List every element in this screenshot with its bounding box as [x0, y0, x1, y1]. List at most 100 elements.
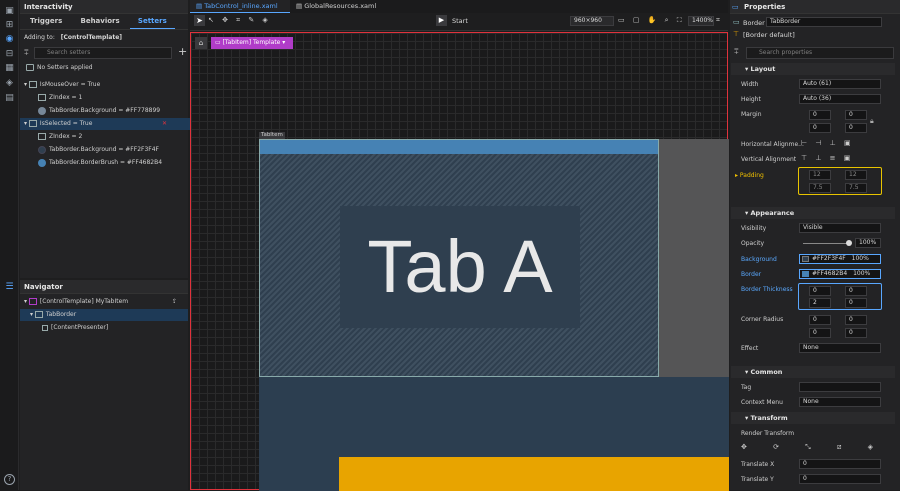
triggers-icon[interactable]: ◈ — [4, 78, 15, 89]
element-name-input[interactable]: TabBorder — [766, 17, 882, 27]
adding-to: Adding to: [ControlTemplate] — [24, 34, 122, 41]
export-icon[interactable]: ⇪ — [172, 296, 177, 308]
tree-node-template[interactable]: ▾ [ControlTemplate] MyTabItem ⇪ — [20, 296, 190, 308]
tree-node-tabborder[interactable]: ▾ TabBorder — [20, 309, 188, 321]
radius-bl-input[interactable]: 0 — [809, 328, 831, 338]
section-layout[interactable]: ▾ Layout — [731, 63, 895, 75]
valign-buttons-icon[interactable]: ⊤ ⊥ ≡ ▣ — [801, 154, 853, 162]
setter-row[interactable]: TabBorder.BorderBrush = #FF4682B4 — [20, 157, 190, 169]
background-input[interactable]: #FF2F3F4F 100% — [799, 254, 881, 264]
radius-tr-input[interactable]: 0 — [845, 315, 867, 325]
thickness-right-input[interactable]: 2 — [809, 298, 831, 308]
opacity-input[interactable]: 100% — [855, 238, 881, 248]
opacity-slider-thumb[interactable] — [846, 240, 852, 246]
start-button[interactable]: Start — [452, 17, 468, 25]
tag-input[interactable] — [799, 382, 881, 392]
home-icon[interactable]: ⌂ — [195, 37, 207, 49]
help-icon[interactable]: ? — [4, 474, 15, 485]
tree-node-contentpresenter[interactable]: [ContentPresenter] — [20, 322, 190, 334]
transform-tools-icon[interactable]: ✥ ⟳ ⤡ ⧄ ◈ — [741, 443, 885, 452]
lock-icon[interactable]: 🔒︎ — [870, 117, 874, 126]
thickness-top-input[interactable]: 0 — [845, 286, 867, 296]
halign-label: Horizontal Alignme... — [741, 141, 804, 148]
setter-row[interactable]: ZIndex = 1 — [20, 92, 190, 104]
background-swatch[interactable] — [802, 256, 809, 262]
margin-top-input[interactable]: 0 — [845, 110, 867, 120]
style-label[interactable]: [Border default] — [743, 31, 795, 39]
fit-icon[interactable]: ⌗ — [716, 16, 720, 25]
margin-right-input[interactable]: 0 — [809, 123, 831, 133]
opacity-label: Opacity — [741, 240, 765, 247]
setter-row[interactable]: TabBorder.Background = #FF2F3F4F — [20, 144, 190, 156]
valign-label: Vertical Alignment — [741, 156, 797, 163]
tab-triggers[interactable]: Triggers — [22, 14, 70, 28]
setter-row[interactable]: ZIndex = 2 — [20, 131, 190, 143]
padding-left-input[interactable]: 12 — [809, 170, 831, 180]
section-common[interactable]: ▾ Common — [731, 366, 895, 378]
design-canvas[interactable]: ⌂ ▭ [TabItem] Template ▾ Tab A TabItem — [190, 32, 729, 491]
translate-x-input[interactable]: 0 — [799, 459, 881, 469]
section-title: Layout — [750, 65, 776, 73]
breadcrumb-label: [TabItem] Template — [222, 39, 281, 46]
radius-tl-input[interactable]: 0 — [809, 315, 831, 325]
element-type: Border — [743, 19, 765, 27]
delete-icon[interactable]: ✕ — [162, 118, 167, 130]
zoom-select[interactable]: 1400% — [688, 16, 714, 26]
assets-icon[interactable]: ⊞ — [4, 20, 15, 31]
tab-behaviors[interactable]: Behaviors — [72, 14, 127, 28]
filter-icon[interactable]: ⩱ — [24, 48, 29, 58]
thickness-bottom-input[interactable]: 0 — [845, 298, 867, 308]
add-setter-icon[interactable]: + — [178, 45, 187, 58]
thickness-left-input[interactable]: 0 — [809, 286, 831, 296]
width-input[interactable]: Auto (61) — [799, 79, 881, 89]
section-appearance[interactable]: ▾ Appearance — [731, 207, 895, 219]
resolution-select[interactable]: 960×960 — [570, 16, 614, 26]
tab-globalresources[interactable]: ▤ GlobalResources.xaml — [290, 0, 382, 13]
list-item-label: TabBorder.BorderBrush = #FF4682B4 — [49, 159, 163, 166]
navigator-icon[interactable]: ☰ — [4, 282, 15, 293]
padding-right-input[interactable]: 7.5 — [809, 183, 831, 193]
border-input[interactable]: #FF4682B4 100% — [799, 269, 881, 279]
setter-row[interactable]: TabBorder.Background = #FF778899 — [20, 105, 190, 117]
tab-tabcontrol-inline[interactable]: ▤ TabControl_inline.xaml — [190, 0, 290, 13]
visibility-select[interactable]: Visible — [799, 223, 881, 233]
select-tool-icon[interactable]: ➤ — [194, 15, 205, 26]
start-icon[interactable]: ▶ — [436, 15, 447, 26]
list-item-label: TabBorder.Background = #FF2F3F4F — [49, 146, 160, 153]
list-item-label: IsSelected = True — [39, 120, 93, 127]
filter-icon[interactable]: ⩱ — [734, 47, 739, 57]
height-input[interactable]: Auto (36) — [799, 94, 881, 104]
opacity-slider[interactable] — [803, 243, 849, 244]
padding-top-input[interactable]: 12 — [845, 170, 867, 180]
section-title: Transform — [750, 414, 788, 422]
margin-left-input[interactable]: 0 — [809, 110, 831, 120]
trigger-row-selected[interactable]: ▾ IsSelected = True ✕ — [20, 118, 190, 130]
trigger-row-mouseover[interactable]: ▾ IsMouseOver = True — [20, 79, 190, 91]
states-icon[interactable]: ▤ — [4, 93, 15, 104]
translate-x-label: Translate X — [741, 461, 775, 468]
data-icon[interactable]: ⊟ — [4, 49, 15, 60]
project-icon[interactable]: ▣ — [4, 6, 15, 17]
context-menu-select[interactable]: None — [799, 397, 881, 407]
radius-br-input[interactable]: 0 — [845, 328, 867, 338]
translate-y-input[interactable]: 0 — [799, 474, 881, 484]
tools-icon[interactable]: ↖ ✥ ⌗ ✎ ◈ — [208, 16, 271, 25]
resources-icon[interactable]: ▦ — [4, 63, 15, 74]
padding-bottom-input[interactable]: 7.5 — [845, 183, 867, 193]
section-transform[interactable]: ▾ Transform — [731, 412, 895, 424]
border-swatch[interactable] — [802, 271, 809, 277]
halign-buttons-icon[interactable]: ⊢ ⊣ ⊥ ▣ — [801, 139, 854, 147]
tab-border[interactable]: Tab A — [259, 139, 659, 377]
effect-select[interactable]: None — [799, 343, 881, 353]
tab-border-top — [260, 140, 658, 154]
tab-setters[interactable]: Setters — [129, 14, 175, 29]
search-properties-input[interactable]: Search properties — [746, 47, 894, 59]
search-setters-input[interactable]: Search setters — [34, 47, 172, 59]
border-type-icon: ▭ — [733, 18, 740, 26]
render-transform-label: Render Transform — [741, 430, 795, 437]
breadcrumb[interactable]: ▭ [TabItem] Template ▾ — [211, 37, 293, 49]
margin-bottom-input[interactable]: 0 — [845, 123, 867, 133]
interactivity-icon[interactable]: ◉ — [4, 34, 15, 45]
margin-label: Margin — [741, 111, 762, 118]
view-tools-icon[interactable]: ▭ ▢ ✋ ⌕ ⛶ — [618, 16, 685, 25]
